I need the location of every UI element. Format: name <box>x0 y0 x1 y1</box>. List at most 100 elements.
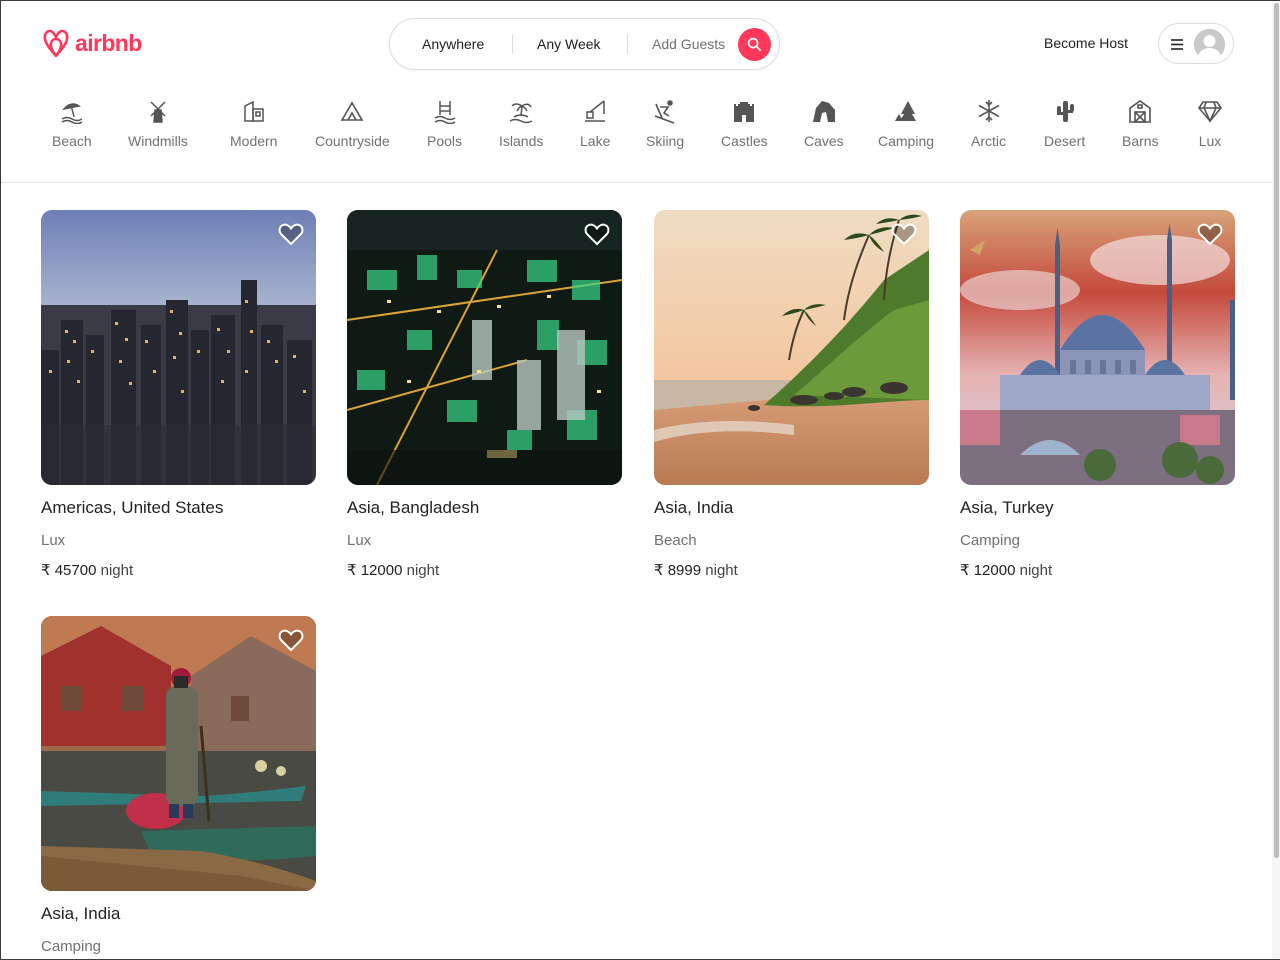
category-label: Beach <box>52 133 92 149</box>
page-scrollbar[interactable] <box>1272 1 1280 959</box>
price-amount: 12000 <box>973 562 1016 579</box>
listing-photo[interactable] <box>41 210 316 485</box>
camping-icon <box>892 97 920 125</box>
island-icon <box>507 97 535 125</box>
listing-location: Asia, Turkey <box>960 498 1054 517</box>
airbnb-logo[interactable]: airbnb <box>41 26 142 60</box>
user-avatar-icon <box>1194 29 1225 60</box>
cave-icon <box>810 97 838 125</box>
favorite-heart-icon[interactable] <box>891 222 917 246</box>
listing-price: ₹ 12000 night <box>960 561 1235 579</box>
favorite-heart-icon[interactable] <box>278 222 304 246</box>
become-host-link[interactable]: Become Host <box>1044 35 1128 51</box>
category-modern[interactable]: Modern <box>230 97 277 149</box>
category-label: Arctic <box>971 133 1006 149</box>
user-menu-button[interactable] <box>1158 23 1234 64</box>
listing-card[interactable]: Asia, Bangladesh Lux ₹ 12000 night <box>347 210 622 579</box>
listing-card[interactable]: Asia, India Beach ₹ 8999 night <box>654 210 929 579</box>
search-divider <box>512 34 513 54</box>
category-windmills[interactable]: Windmills <box>128 97 188 149</box>
price-unit: night <box>705 562 738 579</box>
top-header: airbnb Anywhere Any Week Add Guests Beco… <box>1 1 1273 87</box>
listing-category: Lux <box>347 532 372 549</box>
currency-symbol: ₹ <box>347 562 357 579</box>
category-camping[interactable]: Camping <box>878 97 934 149</box>
lake-fishing-icon <box>581 97 609 125</box>
search-add-guests[interactable]: Add Guests <box>652 19 725 69</box>
category-barns[interactable]: Barns <box>1122 97 1159 149</box>
price-unit: night <box>1019 562 1053 579</box>
listing-photo[interactable] <box>41 616 316 891</box>
listing-category: Beach <box>654 532 697 549</box>
listing-photo[interactable] <box>960 210 1235 485</box>
barn-icon <box>1126 97 1154 125</box>
listing-category: Camping <box>41 938 102 955</box>
category-bar: Beach Windmills Modern Countryside Pools <box>1 87 1273 183</box>
currency-symbol: ₹ <box>960 562 970 579</box>
listing-location: Americas, United States <box>41 498 224 517</box>
skiing-icon <box>651 97 679 125</box>
currency-symbol: ₹ <box>654 562 664 579</box>
category-desert[interactable]: Desert <box>1044 97 1085 149</box>
listing-location: Asia, Bangladesh <box>347 498 480 517</box>
search-icon <box>747 37 761 51</box>
price-unit: night <box>406 562 440 579</box>
category-label: Skiing <box>646 133 685 149</box>
search-any-week[interactable]: Any Week <box>537 19 601 69</box>
category-beach[interactable]: Beach <box>52 97 92 149</box>
category-lux[interactable]: Lux <box>1196 97 1224 149</box>
cactus-icon <box>1051 97 1079 125</box>
listing-category: Lux <box>41 532 66 549</box>
search-divider <box>627 34 628 54</box>
category-label: Countryside <box>315 133 390 149</box>
hamburger-icon <box>1171 39 1183 50</box>
category-label: Camping <box>878 133 935 149</box>
category-label: Lake <box>580 133 611 149</box>
price-unit: night <box>100 562 134 579</box>
listing-category: Camping <box>960 532 1021 549</box>
scrollbar-thumb[interactable] <box>1274 3 1279 858</box>
castle-icon <box>730 97 758 125</box>
favorite-heart-icon[interactable] <box>584 222 610 246</box>
search-anywhere[interactable]: Anywhere <box>422 19 484 69</box>
modern-building-icon <box>240 97 268 125</box>
snowflake-icon <box>975 97 1003 125</box>
beach-umbrella-icon <box>58 97 86 125</box>
category-lake[interactable]: Lake <box>580 97 610 149</box>
windmill-icon <box>144 97 172 125</box>
category-caves[interactable]: Caves <box>804 97 844 149</box>
category-label: Lux <box>1198 133 1222 149</box>
listing-card[interactable]: Asia, India Camping <box>41 616 316 955</box>
search-bar[interactable]: Anywhere Any Week Add Guests <box>389 18 780 70</box>
pool-icon <box>431 97 459 125</box>
currency-symbol: ₹ <box>41 562 51 579</box>
listing-photo[interactable] <box>654 210 929 485</box>
category-label: Caves <box>804 133 844 149</box>
airbnb-logo-icon <box>43 29 69 58</box>
category-label: Barns <box>1122 133 1159 149</box>
diamond-icon <box>1196 97 1224 125</box>
category-pools[interactable]: Pools <box>427 97 462 149</box>
category-islands[interactable]: Islands <box>499 97 543 149</box>
countryside-icon <box>338 97 366 125</box>
brand-name: airbnb <box>75 29 142 56</box>
listing-card[interactable]: Americas, United States Lux ₹ 45700 nigh… <box>41 210 316 579</box>
category-arctic[interactable]: Arctic <box>971 97 1006 149</box>
listing-card[interactable]: Asia, Turkey Camping ₹ 12000 night <box>960 210 1235 579</box>
favorite-heart-icon[interactable] <box>278 628 304 652</box>
app-window: airbnb Anywhere Any Week Add Guests Beco… <box>0 0 1280 960</box>
search-button[interactable] <box>738 28 771 61</box>
listing-price: ₹ 8999 night <box>654 561 929 579</box>
category-castles[interactable]: Castles <box>721 97 768 149</box>
price-amount: 45700 <box>54 562 97 579</box>
category-label: Windmills <box>128 133 188 149</box>
listing-location: Asia, India <box>41 904 121 923</box>
category-countryside[interactable]: Countryside <box>315 97 390 149</box>
category-label: Modern <box>230 133 278 149</box>
category-skiing[interactable]: Skiing <box>646 97 684 149</box>
favorite-heart-icon[interactable] <box>1197 222 1223 246</box>
listing-photo[interactable] <box>347 210 622 485</box>
price-amount: 8999 <box>667 562 702 579</box>
price-amount: 12000 <box>360 562 403 579</box>
listing-location: Asia, India <box>654 498 734 517</box>
